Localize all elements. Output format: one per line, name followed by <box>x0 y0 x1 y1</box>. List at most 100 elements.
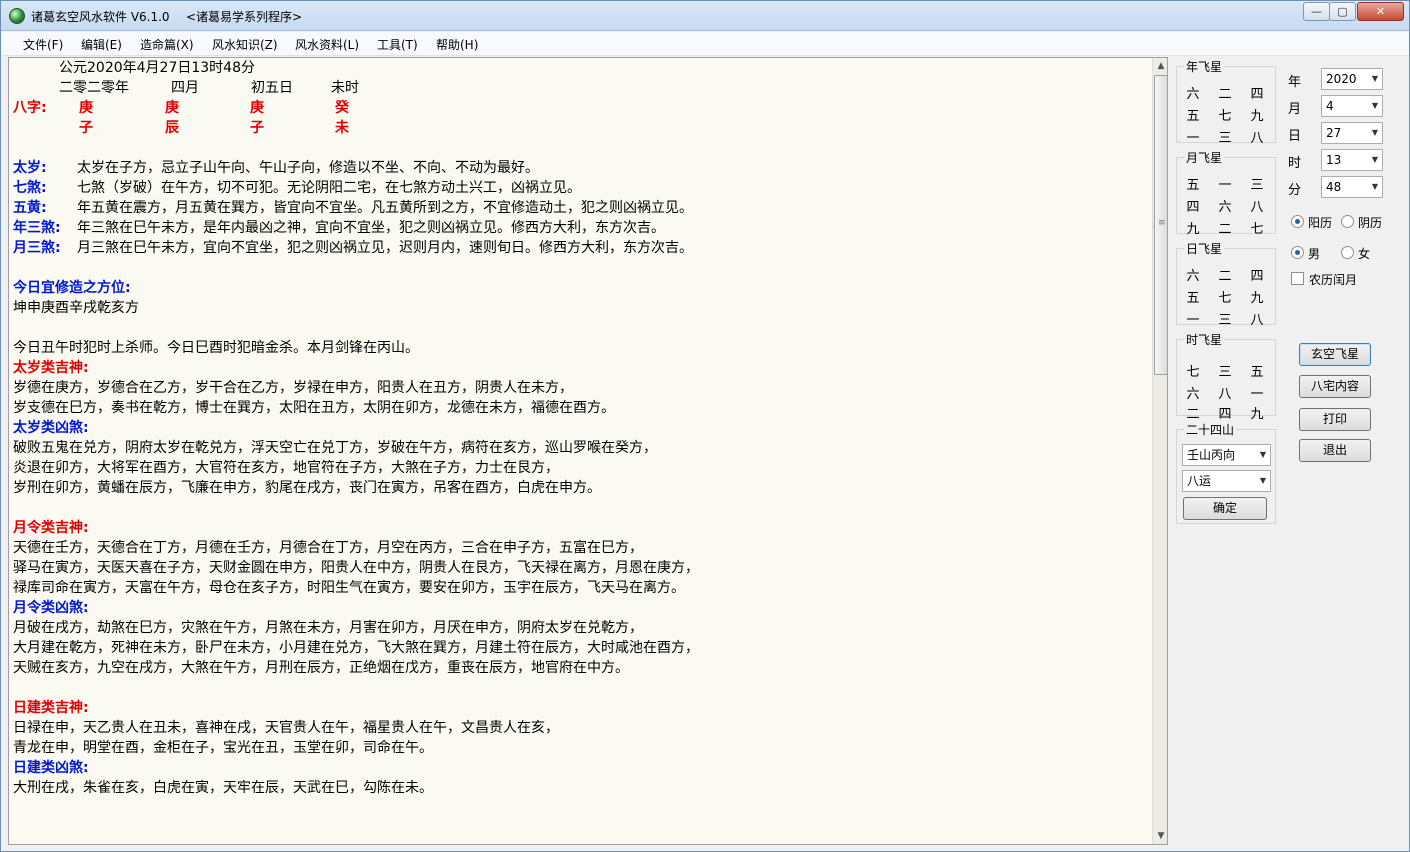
section-line: 破败五鬼在兑方，阴府太岁在乾兑方，浮天空亡在兑丁方，岁破在午方，病符在亥方，巡山… <box>13 440 657 456</box>
bazi-year-branch: 子 <box>79 120 93 136</box>
day-label: 日 <box>1288 129 1302 144</box>
lunar-radio[interactable] <box>1341 215 1354 228</box>
section-line: 岁支德在巳方，奏书在乾方，博士在巽方，太阳在丑方，太阴在卯方，龙德在未方，福德在… <box>13 400 615 416</box>
xuankong-button[interactable]: 玄空飞星 <box>1299 343 1371 366</box>
leap-month-label: 农历闰月 <box>1309 273 1358 287</box>
star-cell: 八 <box>1250 313 1264 328</box>
section-line: 大月建在乾方，死神在未方，卧尸在未方，小月建在兑方，飞大煞在巽方，月建土符在辰方… <box>13 640 699 656</box>
maximize-button[interactable]: ▢ <box>1329 2 1356 21</box>
period-select[interactable]: 八运 ▼ <box>1182 470 1271 492</box>
menu-fengshui-material[interactable]: 风水资料(L) <box>295 36 359 53</box>
menu-tools[interactable]: 工具(T) <box>377 36 418 53</box>
chevron-down-icon[interactable]: ▼ <box>1260 471 1266 491</box>
month-flying-star-group: 月飞星 五 一 三 四 六 八 九 二 七 <box>1176 149 1276 237</box>
year-label: 年 <box>1288 75 1302 90</box>
today-note: 今日丑午时犯时上杀师。今日巳酉时犯暗金杀。本月剑锋在丙山。 <box>13 340 419 356</box>
section-line: 禄库司命在寅方，天富在午方，母仓在亥子方，时阳生气在寅方，要安在卯方，玉宇在辰方… <box>13 580 685 596</box>
star-cell: 一 <box>1250 387 1264 402</box>
scroll-down-icon[interactable]: ▼ <box>1153 828 1167 844</box>
chevron-down-icon[interactable]: ▼ <box>1372 69 1378 89</box>
star-cell: 三 <box>1218 365 1232 380</box>
result-text-area[interactable]: 公元2020年4月27日13时48分 二零二零年 四月 初五日 未时 八字: 庚… <box>8 57 1168 845</box>
group-title: 时飞星 <box>1184 331 1225 348</box>
close-button[interactable]: ✕ <box>1357 2 1404 21</box>
bazhai-button[interactable]: 八宅内容 <box>1299 375 1371 398</box>
chevron-down-icon[interactable]: ▼ <box>1372 177 1378 197</box>
section-line: 岁德在庚方，岁德合在乙方，岁干合在乙方，岁禄在申方，阳贵人在丑方，阴贵人在未方， <box>13 380 573 396</box>
star-cell: 二 <box>1218 87 1232 102</box>
shensha-line: 月三煞: 月三煞在巳午未方，宜向不宜坐，犯之则凶祸立见，迟则月内，速则旬日。修西方… <box>13 238 1153 258</box>
exit-button[interactable]: 退出 <box>1299 439 1371 462</box>
star-cell: 六 <box>1186 269 1200 284</box>
year-select[interactable]: 2020 ▼ <box>1321 68 1383 90</box>
star-cell: 八 <box>1250 200 1264 215</box>
section-heading: 日建类吉神: <box>13 700 89 716</box>
menu-help[interactable]: 帮助(H) <box>436 36 478 53</box>
window-title: 诸葛玄空风水软件 V6.1.0 <box>31 10 170 24</box>
star-cell: 五 <box>1186 291 1200 306</box>
shensha-line: 五黄: 年五黄在震方，月五黄在巽方，皆宜向不宜坐。凡五黄所到之方，不宜修造动土，犯… <box>13 198 1153 218</box>
minute-value: 48 <box>1326 180 1342 194</box>
year-value: 2020 <box>1326 72 1357 86</box>
month-select[interactable]: 4 ▼ <box>1321 95 1383 117</box>
bazi-month-stem: 庚 <box>165 100 179 116</box>
section-line: 天贼在亥方，九空在戌方，大煞在午方，月刑在辰方，正绝烟在戊方，重丧在辰方，地官府… <box>13 660 629 676</box>
year-flying-star-group: 年飞星 六 二 四 五 七 九 一 三 八 <box>1176 58 1276 146</box>
shensha-text: 年三煞在巳午未方，是年内最凶之神，宜向不宜坐，犯之则凶祸立见。修西方大利，东方次… <box>77 220 665 236</box>
menu-fengshui-knowledge[interactable]: 风水知识(Z) <box>212 36 278 53</box>
section-line: 日禄在申，天乙贵人在丑未，喜神在戌，天官贵人在午，福星贵人在午，文昌贵人在亥， <box>13 720 559 736</box>
section-heading: 月令类吉神: <box>13 520 89 536</box>
shensha-text: 年五黄在震方，月五黄在巽方，皆宜向不宜坐。凡五黄所到之方，不宜修造动土，犯之则凶… <box>77 200 693 216</box>
female-radio-label: 女 <box>1358 247 1371 261</box>
star-cell: 七 <box>1250 222 1264 237</box>
hour-value: 13 <box>1326 153 1342 167</box>
lunar-month: 四月 <box>171 80 199 96</box>
lunar-date-line: 二零二零年 四月 初五日 未时 <box>13 78 1153 98</box>
star-cell: 九 <box>1250 109 1264 124</box>
female-radio[interactable] <box>1341 246 1354 259</box>
hour-label: 时 <box>1288 156 1302 171</box>
menu-file[interactable]: 文件(F) <box>23 36 63 53</box>
star-cell: 七 <box>1218 109 1232 124</box>
star-cell: 九 <box>1250 291 1264 306</box>
solar-radio[interactable] <box>1291 215 1304 228</box>
direction-select[interactable]: 壬山丙向 ▼ <box>1182 444 1271 466</box>
chevron-down-icon[interactable]: ▼ <box>1372 96 1378 116</box>
day-select[interactable]: 27 ▼ <box>1321 122 1383 144</box>
hour-flying-star-group: 时飞星 七 三 五 六 八 一 二 四 九 <box>1176 331 1276 422</box>
menu-zaoming[interactable]: 造命篇(X) <box>140 36 194 53</box>
leap-month-checkbox[interactable] <box>1291 272 1304 285</box>
minimize-button[interactable]: — <box>1303 2 1330 21</box>
section-line: 天德在壬方，天德合在丁方，月德在壬方，月德合在丁方，月空在丙方，三合在申子方，五… <box>13 540 643 556</box>
result-text: 公元2020年4月27日13时48分 二零二零年 四月 初五日 未时 八字: 庚… <box>13 58 1153 798</box>
shensha-text: 七煞（岁破）在午方，切不可犯。无论阴阳二宅，在七煞方动土兴工，凶祸立见。 <box>77 180 581 196</box>
star-cell: 六 <box>1186 87 1200 102</box>
menu-bar: 文件(F) 编辑(E) 造命篇(X) 风水知识(Z) 风水资料(L) 工具(T)… <box>1 32 1409 56</box>
male-radio[interactable] <box>1291 246 1304 259</box>
day-flying-star-group: 日飞星 六 二 四 五 七 九 一 三 八 <box>1176 240 1276 328</box>
star-cell: 七 <box>1218 291 1232 306</box>
chevron-down-icon[interactable]: ▼ <box>1372 123 1378 143</box>
title-bar[interactable]: 诸葛玄空风水软件 V6.1.0 <诸葛易学系列程序> — ▢ ✕ <box>1 1 1409 31</box>
hour-select[interactable]: 13 ▼ <box>1321 149 1383 171</box>
grip-icon: ≡ <box>1158 218 1166 228</box>
star-cell: 五 <box>1186 178 1200 193</box>
bazi-month-branch: 辰 <box>165 120 179 136</box>
chevron-down-icon[interactable]: ▼ <box>1372 150 1378 170</box>
minute-select[interactable]: 48 ▼ <box>1321 176 1383 198</box>
star-cell: 四 <box>1186 200 1200 215</box>
scroll-thumb[interactable]: ≡ <box>1154 75 1167 375</box>
confirm-button[interactable]: 确定 <box>1183 497 1267 520</box>
shensha-text: 太岁在子方，忌立子山午向、午山子向，修造以不坐、不向、不动为最好。 <box>77 160 539 176</box>
menu-edit[interactable]: 编辑(E) <box>81 36 122 53</box>
star-cell: 七 <box>1186 365 1200 380</box>
chevron-down-icon[interactable]: ▼ <box>1260 445 1266 465</box>
vertical-scrollbar[interactable]: ▲ ≡ ▼ <box>1152 58 1167 844</box>
scroll-up-icon[interactable]: ▲ <box>1153 58 1167 74</box>
group-title: 二十四山 <box>1184 421 1237 438</box>
bazi-year-stem: 庚 <box>79 100 93 116</box>
print-button[interactable]: 打印 <box>1299 408 1371 431</box>
lunar-radio-label: 阴历 <box>1358 216 1383 230</box>
